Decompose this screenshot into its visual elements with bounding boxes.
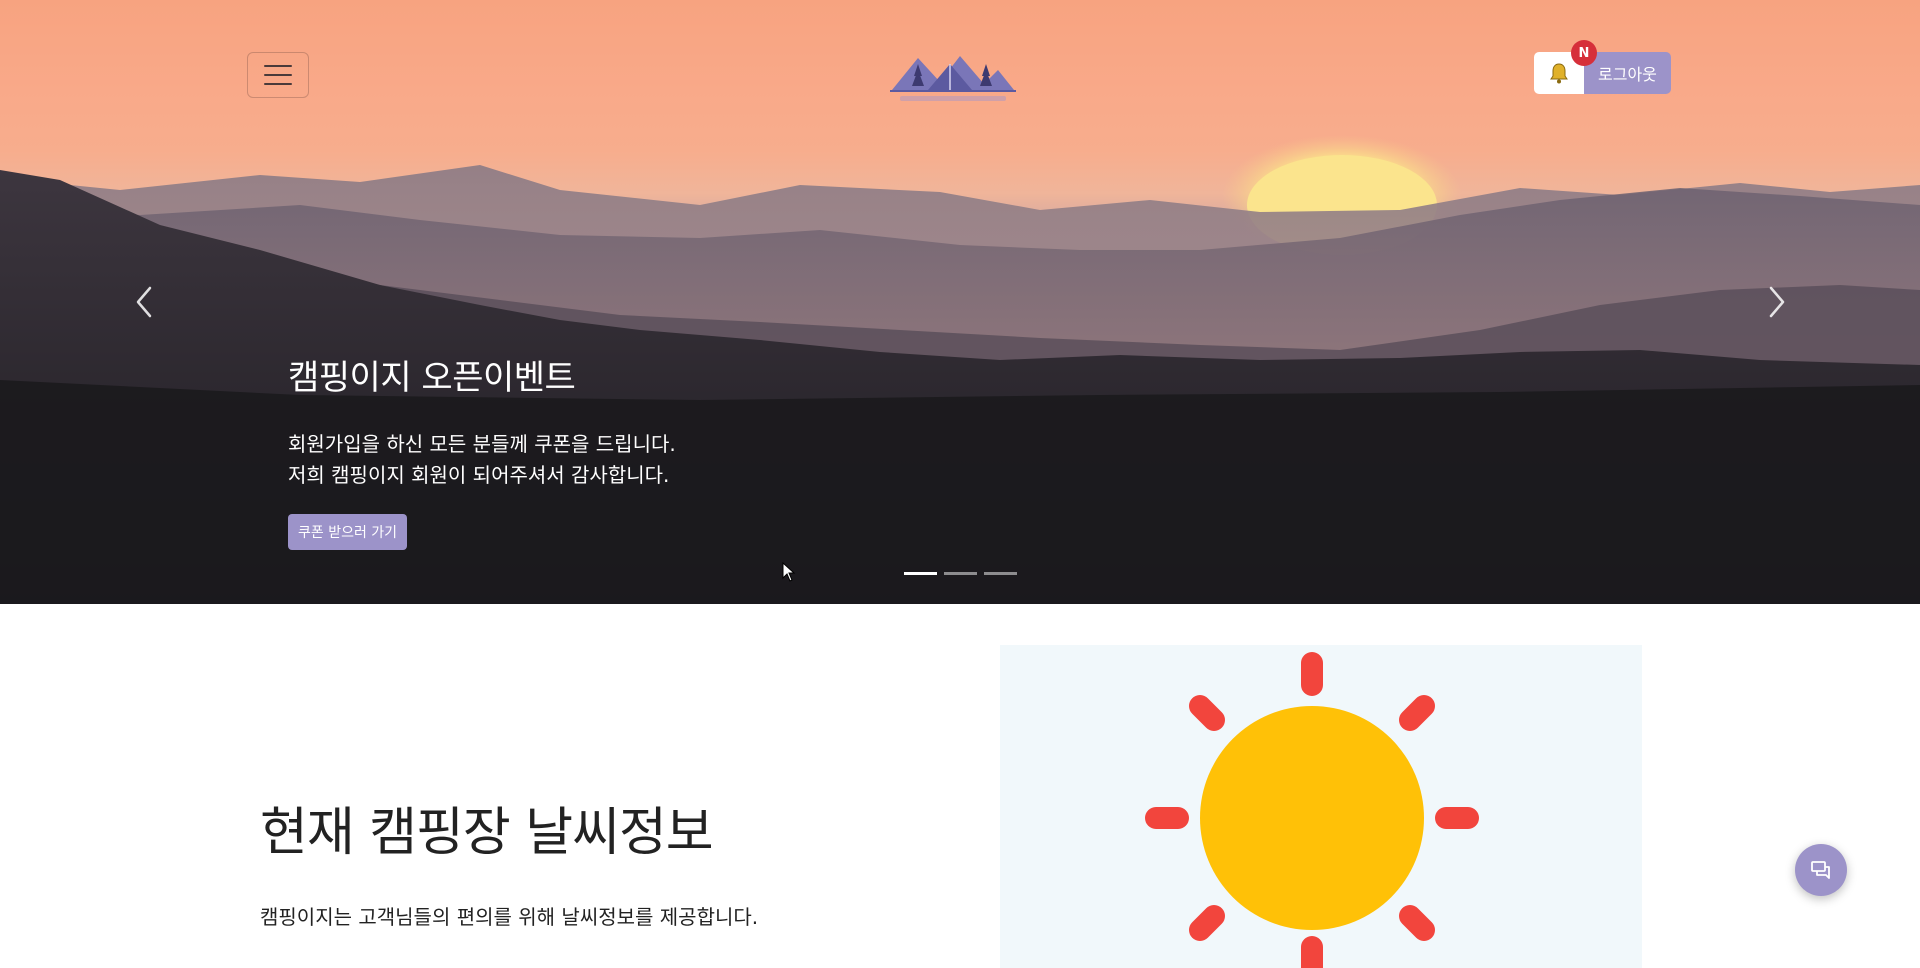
weather-card xyxy=(1000,645,1642,968)
slide-title: 캠핑이지 오픈이벤트 xyxy=(288,358,576,398)
chevron-right-icon[interactable] xyxy=(1761,282,1791,322)
chevron-left-icon[interactable] xyxy=(130,282,160,322)
weather-title: 현재 캠핑장 날씨정보 xyxy=(260,803,714,863)
carousel-indicators xyxy=(904,572,1017,575)
slide-text-line1: 회원가입을 하신 모든 분들께 쿠폰을 드립니다. xyxy=(288,432,676,456)
notification-badge: N xyxy=(1571,40,1597,66)
hero-carousel: N 로그아웃 캠핑이지 오픈이벤트 회원가입을 하신 모든 분들께 쿠폰을 드립… xyxy=(0,0,1920,604)
notification-group: N 로그아웃 xyxy=(1534,40,1671,94)
logout-button[interactable]: 로그아웃 xyxy=(1584,52,1671,94)
mouse-cursor-icon xyxy=(782,562,796,582)
chat-button[interactable] xyxy=(1795,844,1847,896)
get-coupon-button[interactable]: 쿠폰 받으러 가기 xyxy=(288,514,408,550)
mountain-tent-logo[interactable] xyxy=(888,50,1018,110)
chat-icon xyxy=(1811,861,1830,879)
bell-icon xyxy=(1550,63,1568,84)
slide-text-line2: 저희 캠핑이지 회원이 되어주셔서 감사합니다. xyxy=(288,463,670,487)
page: N 로그아웃 캠핑이지 오픈이벤트 회원가입을 하신 모든 분들께 쿠폰을 드립… xyxy=(0,0,1920,968)
menu-toggle-button[interactable] xyxy=(247,52,309,98)
weather-description: 캠핑이지는 고객님들의 편의를 위해 날씨정보를 제공합니다. xyxy=(260,905,759,929)
carousel-indicator-1[interactable] xyxy=(904,572,937,575)
carousel-indicator-3[interactable] xyxy=(984,572,1017,575)
sun-icon xyxy=(1145,652,1479,968)
hamburger-icon xyxy=(264,65,292,67)
carousel-caption: 캠핑이지 오픈이벤트 회원가입을 하신 모든 분들께 쿠폰을 드립니다. 저희 … xyxy=(288,350,676,550)
notifications-button[interactable]: N xyxy=(1534,40,1597,94)
weather-text-block: 현재 캠핑장 날씨정보 캠핑이지는 고객님들의 편의를 위해 날씨정보를 제공합… xyxy=(260,790,758,930)
carousel-indicator-2[interactable] xyxy=(944,572,977,575)
